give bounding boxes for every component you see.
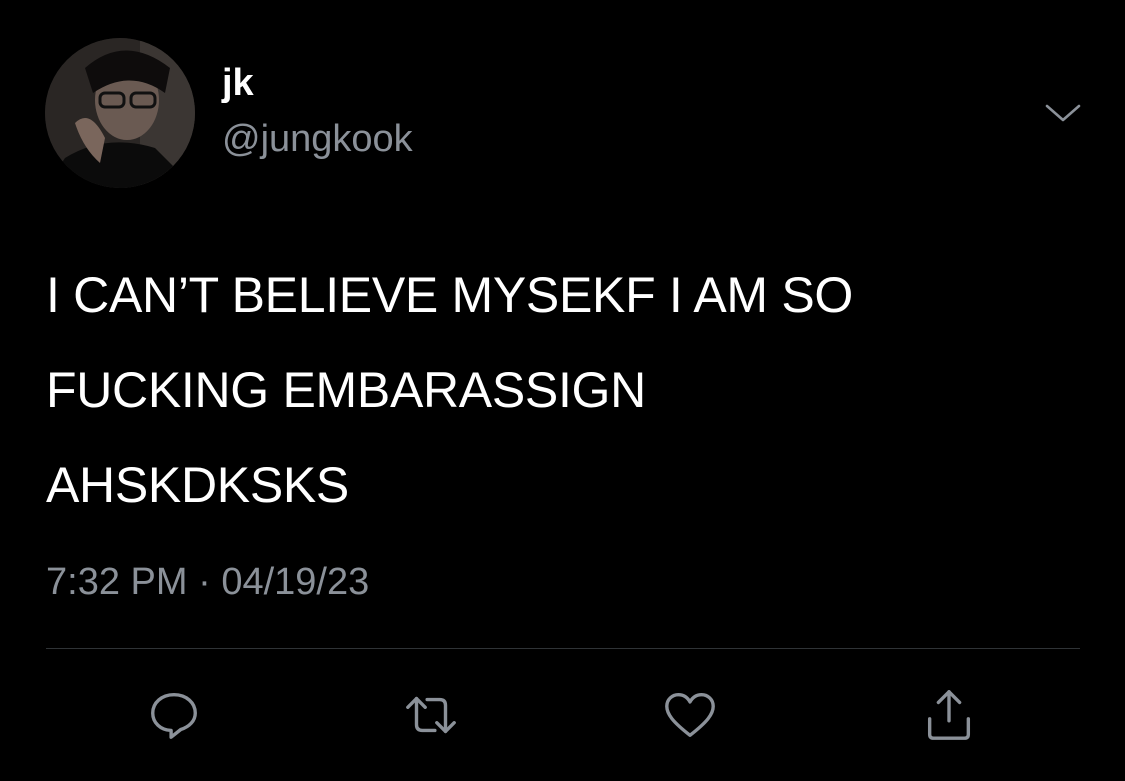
share-button[interactable] [914,680,984,750]
tweet-actions [0,680,1125,750]
divider [46,648,1080,649]
meta-separator: · [198,561,211,603]
display-name[interactable]: jk [222,64,254,102]
heart-icon [665,693,715,737]
more-options-button[interactable] [1040,96,1086,130]
avatar[interactable] [45,38,195,188]
share-icon [927,690,971,740]
comment-icon [151,693,197,739]
tweet-text-line: I CAN’T BELIEVE MYSEKF I AM SO [46,267,853,323]
user-handle[interactable]: @jungkook [222,120,413,158]
profile-photo-icon [45,38,195,188]
tweet-timestamp[interactable]: 7:32 PM · 04/19/23 [46,563,369,601]
reply-button[interactable] [139,680,209,750]
chevron-down-icon [1045,104,1081,122]
retweet-icon [406,696,456,734]
tweet-text-line: AHSKDKSKS [46,457,349,513]
retweet-button[interactable] [396,680,466,750]
tweet-date: 04/19/23 [221,561,370,603]
tweet-text-line: FUCKING EMBARASSIGN [46,362,646,418]
tweet-text: I CAN’T BELIEVE MYSEKF I AM SO FUCKING E… [46,248,1066,533]
like-button[interactable] [655,680,725,750]
tweet-time: 7:32 PM [46,561,188,603]
